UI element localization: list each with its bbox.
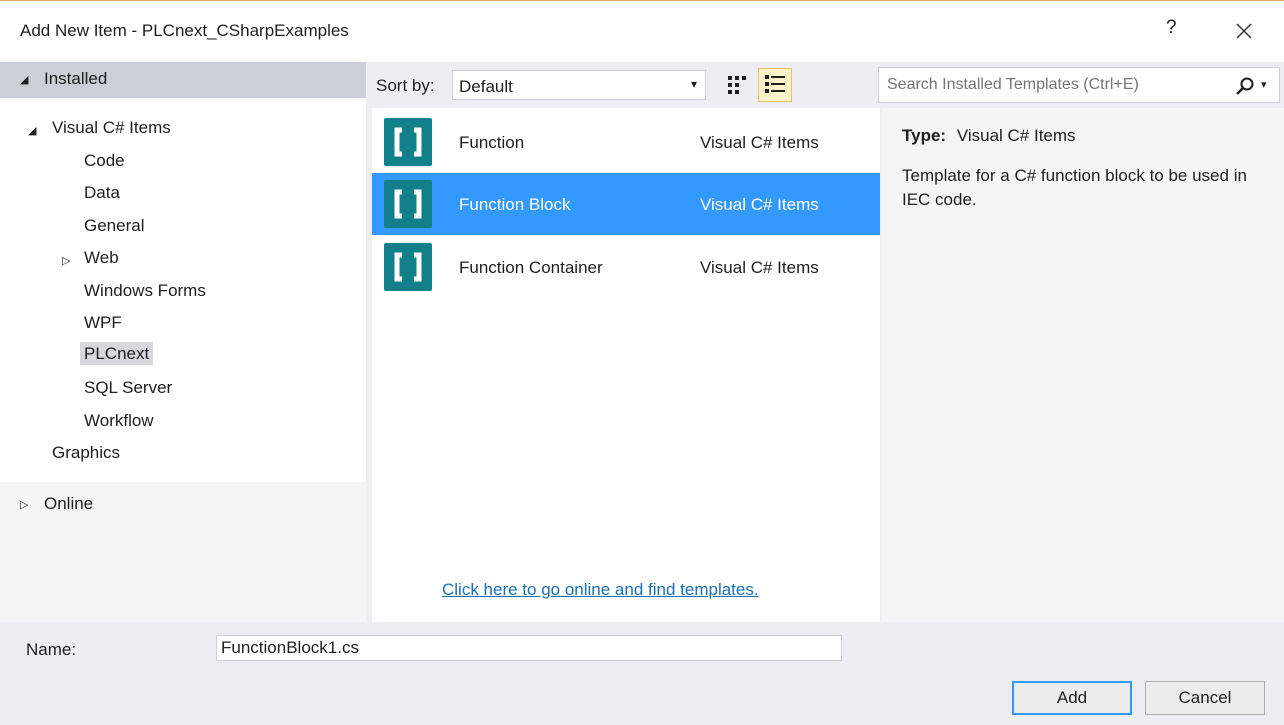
collapsed-arrow-icon: ▷	[62, 255, 71, 267]
type-label: Type:	[902, 126, 947, 145]
search-templates-box: ▾	[878, 67, 1280, 103]
tree-item-label: Visual C# Items	[52, 118, 171, 137]
tree-item-code[interactable]: Code	[84, 151, 125, 171]
template-category: Visual C# Items	[700, 258, 819, 277]
template-description: Template for a C# function block to be u…	[902, 166, 1247, 209]
details-view-button[interactable]	[758, 68, 792, 102]
add-button[interactable]: Add	[1012, 681, 1132, 715]
tree-item-graphics[interactable]: Graphics	[52, 443, 120, 463]
title-bar: Add New Item - PLCnext_CSharpExamples ?	[0, 0, 1284, 62]
tree-item-label: Data	[84, 183, 120, 202]
tree-item-label: Graphics	[52, 443, 121, 462]
medium-icons-view-button[interactable]	[722, 70, 752, 100]
template-category: Visual C# Items	[700, 133, 819, 152]
csharp-template-icon	[384, 180, 432, 228]
category-pane: ◢ Installed ◢ Visual C# Items Code Data …	[0, 62, 366, 622]
tree-item-label: SQL Server	[84, 378, 173, 397]
tree-item-label: Workflow	[84, 411, 154, 430]
sort-by-dropdown[interactable]: Default ▾	[452, 70, 706, 100]
expanded-arrow-icon: ◢	[20, 74, 29, 86]
tree-item-visual-csharp-items[interactable]: ◢ Visual C# Items	[28, 118, 171, 138]
csharp-template-icon	[384, 243, 432, 291]
template-category: Visual C# Items	[700, 195, 819, 214]
template-type: Type: Visual C# Items	[902, 126, 1076, 146]
template-item-function-container[interactable]: Function Container Visual C# Items	[372, 236, 880, 298]
name-field[interactable]	[216, 635, 842, 661]
search-icon	[1236, 77, 1254, 95]
installed-section-header[interactable]: ◢ Installed	[0, 62, 366, 98]
template-toolbar: Sort by: Default ▾	[366, 62, 878, 108]
template-list: Function Visual C# Items Function Block …	[372, 108, 880, 622]
tree-item-wpf[interactable]: WPF	[84, 313, 122, 333]
cancel-button[interactable]: Cancel	[1145, 681, 1265, 715]
help-button[interactable]: ?	[1166, 17, 1177, 39]
window-title: Add New Item - PLCnext_CSharpExamples	[20, 21, 349, 40]
name-label: Name:	[26, 640, 77, 659]
template-name: Function Container	[459, 258, 603, 277]
template-details-pane: Type: Visual C# Items Template for a C# …	[882, 108, 1284, 622]
template-name: Function Block	[459, 195, 571, 214]
tree-item-data[interactable]: Data	[84, 183, 120, 203]
template-item-function[interactable]: Function Visual C# Items	[372, 111, 880, 173]
chevron-down-icon[interactable]: ▾	[1261, 78, 1267, 91]
csharp-template-icon	[384, 118, 432, 166]
list-view-icon	[765, 75, 785, 93]
tree-item-windows-forms[interactable]: Windows Forms	[84, 281, 206, 301]
tree-item-label: PLCnext	[80, 342, 154, 365]
expanded-arrow-icon: ◢	[28, 125, 37, 137]
tree-item-label: WPF	[84, 313, 122, 332]
tree-item-label: Windows Forms	[84, 281, 206, 300]
tree-item-plcnext[interactable]: PLCnext	[80, 342, 154, 365]
online-label: Online	[44, 494, 94, 513]
close-icon	[1236, 23, 1252, 39]
online-section[interactable]: ▷ Online	[20, 494, 93, 514]
sort-by-value: Default	[459, 77, 513, 96]
collapsed-arrow-icon: ▷	[20, 499, 29, 511]
template-name: Function	[459, 133, 525, 152]
grid-view-icon	[728, 76, 746, 94]
sort-by-label: Sort by:	[376, 76, 435, 95]
tree-item-web[interactable]: ▷ Web	[62, 248, 119, 268]
type-value: Visual C# Items	[956, 126, 1076, 145]
tree-item-workflow[interactable]: Workflow	[84, 411, 154, 431]
template-item-function-block[interactable]: Function Block Visual C# Items	[372, 173, 880, 235]
tree-item-label: Web	[84, 248, 119, 267]
search-button[interactable]	[1235, 76, 1255, 96]
tree-item-sql-server[interactable]: SQL Server	[84, 378, 172, 398]
chevron-down-icon: ▾	[690, 77, 697, 91]
tree-item-label: General	[84, 216, 145, 235]
tree-item-label: Code	[84, 151, 125, 170]
category-tree: ◢ Visual C# Items Code Data General ▷ We…	[0, 98, 366, 482]
installed-label: Installed	[44, 69, 108, 88]
close-button[interactable]	[1227, 14, 1261, 48]
tree-item-general[interactable]: General	[84, 216, 144, 236]
find-templates-online-link[interactable]: Click here to go online and find templat…	[442, 580, 759, 600]
search-input[interactable]	[879, 68, 1219, 102]
